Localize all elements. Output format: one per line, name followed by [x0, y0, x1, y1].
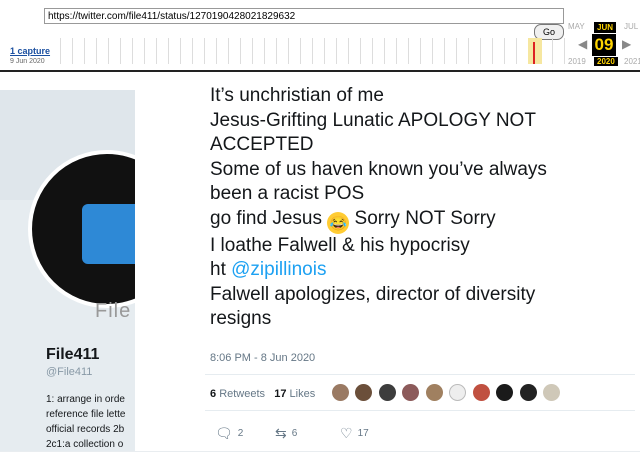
avatar-text: File — [95, 300, 132, 322]
tweet-line: Falwell apologizes, director of diversit… — [210, 283, 536, 305]
tweet-line: ACCEPTED — [210, 134, 314, 155]
retweet-count: 6 — [291, 428, 298, 439]
avatar[interactable] — [496, 384, 514, 402]
avatar[interactable] — [378, 384, 396, 402]
bio-line: 2c1:a collection o — [46, 439, 124, 450]
tweet-line: Some of us haven known you’ve always — [210, 158, 547, 180]
reply-icon: 🗨 — [215, 425, 233, 441]
wayback-url-input[interactable]: https://twitter.com/file411/status/12701… — [44, 8, 564, 24]
tweet-text: It’s unchristian of me Jesus-Grifting Lu… — [210, 84, 630, 332]
avatar[interactable] — [543, 384, 561, 402]
avatar[interactable] — [355, 384, 373, 402]
calendar-nav: MAY JUN JUL ◀ 09 ▶ 2019 2020 2021 — [568, 22, 640, 68]
next-year[interactable]: 2021 — [624, 57, 640, 66]
prev-year[interactable]: 2019 — [568, 57, 586, 66]
avatar[interactable] — [449, 384, 467, 402]
current-year: 2020 — [594, 57, 618, 66]
capture-marker[interactable] — [533, 42, 535, 64]
reply-button[interactable]: 🗨 2 — [215, 425, 243, 442]
tweet-text-fragment: Sorry NOT Sorry — [349, 207, 496, 229]
captures-link[interactable]: 1 capture — [10, 46, 50, 56]
avatar[interactable] — [402, 384, 420, 402]
tweet-text-fragment: ht — [210, 259, 232, 280]
tweet-line: I loathe Falwell & his hypocrisy — [210, 234, 470, 256]
capture-timeline[interactable] — [60, 38, 568, 64]
wayback-toolbar: https://twitter.com/file411/status/12701… — [0, 0, 640, 72]
profile-handle[interactable]: @File411 — [46, 366, 92, 378]
avatar[interactable] — [472, 384, 490, 402]
tweet-line: resigns — [210, 308, 272, 329]
bio-line: official records 2b — [46, 424, 125, 435]
tweet-line: Jesus-Grifting Lunatic APOLOGY NOT — [210, 109, 536, 131]
likes-label[interactable]: Likes — [290, 388, 316, 400]
retweet-icon: ⇆ — [275, 425, 287, 441]
tweet-stats: 6 Retweets 17 Likes — [210, 388, 315, 400]
tweet-line: It’s unchristian of me — [210, 85, 384, 106]
tweet-line: been a racist POS — [210, 183, 365, 204]
capture-date: 9 Jun 2020 — [10, 58, 45, 65]
prev-month[interactable]: MAY — [568, 22, 585, 31]
bio-line: reference file lette — [46, 409, 126, 420]
tweet-line: ht @zipillinois — [210, 258, 630, 283]
profile-bio: 1: arrange in orde reference file lette … — [46, 392, 136, 452]
profile-name[interactable]: File411 — [46, 346, 99, 364]
divider — [205, 374, 635, 375]
avatar[interactable] — [332, 384, 349, 402]
retweet-button[interactable]: ⇆ 6 — [275, 425, 297, 442]
current-month: JUN — [594, 22, 617, 33]
divider — [205, 410, 635, 411]
like-button[interactable]: ♡ 17 — [340, 425, 369, 442]
retweets-label[interactable]: Retweets — [219, 388, 265, 400]
tweet-timestamp[interactable]: 8:06 PM - 8 Jun 2020 — [210, 352, 315, 364]
heart-icon: ♡ — [340, 425, 353, 441]
retweets-count[interactable]: 6 — [210, 388, 216, 400]
avatar[interactable] — [519, 384, 537, 402]
tweet-text-fragment: go find Jesus — [210, 207, 328, 229]
current-day: 09 — [592, 34, 616, 56]
next-month[interactable]: JUL — [624, 22, 638, 31]
tweet-line: go find Jesus 😂 Sorry NOT Sorry — [210, 207, 630, 234]
next-arrow-icon[interactable]: ▶ — [622, 37, 631, 51]
reply-count: 2 — [237, 428, 244, 439]
mention-link[interactable]: @zipillinois — [231, 259, 326, 280]
avatar[interactable] — [425, 384, 443, 402]
liker-avatars — [332, 384, 562, 402]
tweet-card: It’s unchristian of me Jesus-Grifting Lu… — [135, 72, 640, 451]
prev-arrow-icon[interactable]: ◀ — [578, 37, 587, 51]
timeline-highlight — [528, 38, 542, 64]
bio-line: 1: arrange in orde — [46, 394, 125, 405]
like-count: 17 — [357, 428, 369, 439]
likes-count[interactable]: 17 — [274, 388, 286, 400]
laughing-crying-emoji-icon: 😂 — [327, 211, 350, 234]
